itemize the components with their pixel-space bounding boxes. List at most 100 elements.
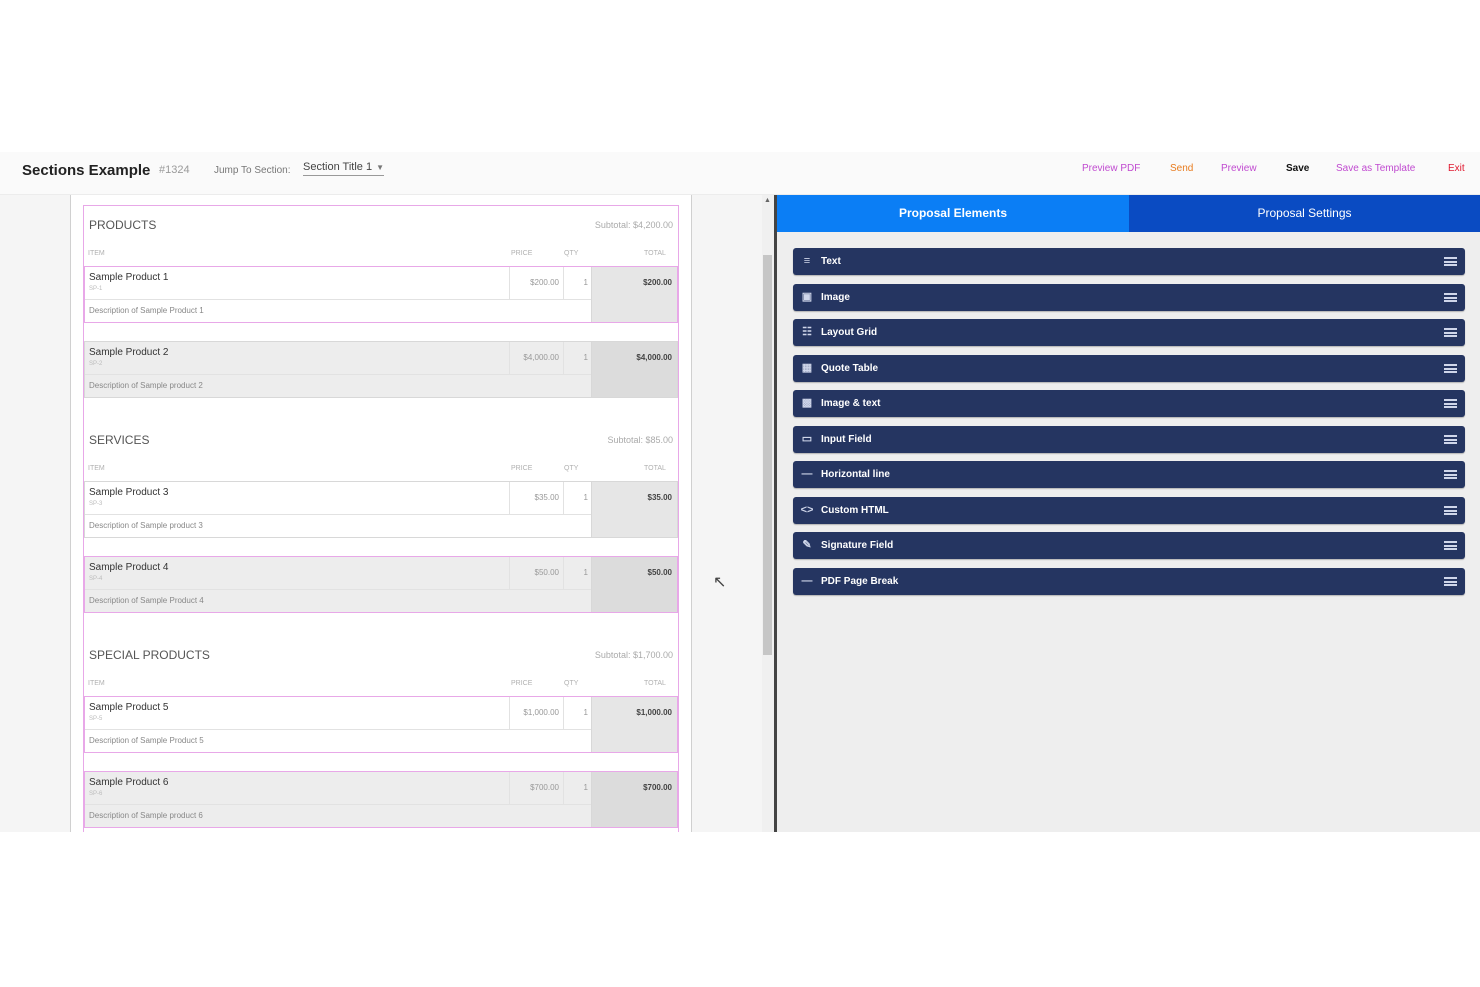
price-cell[interactable]: $4,000.00 <box>509 342 563 374</box>
drag-handle-icon[interactable] <box>1444 399 1457 408</box>
element-label: Quote Table <box>821 363 879 374</box>
product-description: Description of Sample product 2 <box>89 381 203 390</box>
element-quote-table[interactable]: ▦ Quote Table <box>793 355 1465 382</box>
table-row[interactable]: Sample Product 4 SP-4 Description of Sam… <box>84 556 678 613</box>
price-cell[interactable]: $700.00 <box>509 772 563 804</box>
product-sku: SP-3 <box>89 501 103 507</box>
code-icon: <> <box>800 504 814 516</box>
element-image[interactable]: ▣ Image <box>793 284 1465 311</box>
tab-proposal-elements[interactable]: Proposal Elements <box>777 195 1129 232</box>
column-header-price: PRICE <box>511 465 533 472</box>
scrollbar-thumb[interactable] <box>763 255 772 655</box>
table-row[interactable]: Sample Product 5 SP-5 Description of Sam… <box>84 696 678 753</box>
drag-handle-icon[interactable] <box>1444 577 1457 586</box>
row-divider <box>85 374 591 375</box>
product-name: Sample Product 6 <box>89 777 169 788</box>
column-header-total: TOTAL <box>644 680 666 687</box>
editor-scrollbar[interactable]: ▲ <box>762 195 774 832</box>
element-custom-html[interactable]: <> Custom HTML <box>793 497 1465 524</box>
product-description: Description of Sample Product 1 <box>89 306 204 315</box>
column-header-total: TOTAL <box>644 465 666 472</box>
quote-table-block[interactable]: PRODUCTS Subtotal: $4,200.00 ITEM PRICE … <box>83 205 679 832</box>
image-icon: ▣ <box>801 291 813 303</box>
section-title: SPECIAL PRODUCTS <box>89 648 210 662</box>
qty-cell[interactable]: 1 <box>563 772 591 804</box>
tab-proposal-settings[interactable]: Proposal Settings <box>1129 195 1480 232</box>
jump-to-section-label: Jump To Section: <box>214 165 291 176</box>
element-horizontal-line[interactable]: — Horizontal line <box>793 461 1465 488</box>
jump-to-section-select[interactable]: Section Title 1 ▼ <box>303 161 385 176</box>
price-cell[interactable]: $1,000.00 <box>509 697 563 729</box>
column-header-item: ITEM <box>88 680 105 687</box>
table-icon: ▦ <box>801 362 813 374</box>
element-layout-grid[interactable]: ☷ Layout Grid <box>793 319 1465 346</box>
column-header-price: PRICE <box>511 250 533 257</box>
mouse-cursor-icon: ↖ <box>713 574 727 591</box>
drag-handle-icon[interactable] <box>1444 364 1457 373</box>
proposal-page: PRODUCTS Subtotal: $4,200.00 ITEM PRICE … <box>70 195 692 832</box>
preview-button[interactable]: Preview <box>1221 163 1257 174</box>
drag-handle-icon[interactable] <box>1444 435 1457 444</box>
price-cell[interactable]: $35.00 <box>509 482 563 514</box>
price-cell[interactable]: $50.00 <box>509 557 563 589</box>
product-description: Description of Sample product 3 <box>89 521 203 530</box>
drag-handle-icon[interactable] <box>1444 470 1457 479</box>
product-sku: SP-5 <box>89 716 103 722</box>
scroll-up-arrow-icon[interactable]: ▲ <box>764 197 771 204</box>
price-cell[interactable]: $200.00 <box>509 267 563 299</box>
element-image-and-text[interactable]: ▩ Image & text <box>793 390 1465 417</box>
qty-cell[interactable]: 1 <box>563 267 591 299</box>
drag-handle-icon[interactable] <box>1444 506 1457 515</box>
element-pdf-page-break[interactable]: — PDF Page Break <box>793 568 1465 595</box>
element-label: Horizontal line <box>821 469 890 480</box>
table-row[interactable]: Sample Product 2 SP-2 Description of Sam… <box>84 341 678 398</box>
drag-handle-icon[interactable] <box>1444 541 1457 550</box>
grid-icon: ☷ <box>802 326 812 338</box>
column-header-total: TOTAL <box>644 250 666 257</box>
drag-handle-icon[interactable] <box>1444 293 1457 302</box>
text-icon: ≡ <box>803 255 811 267</box>
drag-handle-icon[interactable] <box>1444 328 1457 337</box>
table-row[interactable]: Sample Product 6 SP-6 Description of Sam… <box>84 771 678 828</box>
qty-cell[interactable]: 1 <box>563 697 591 729</box>
column-header-item: ITEM <box>88 250 105 257</box>
element-label: Layout Grid <box>821 327 878 338</box>
element-signature-field[interactable]: ✎ Signature Field <box>793 532 1465 559</box>
total-cell: $200.00 <box>591 267 677 322</box>
element-label: Text <box>821 256 841 267</box>
exit-button[interactable]: Exit <box>1448 163 1465 174</box>
column-header-qty: QTY <box>564 465 579 472</box>
chevron-down-icon: ▼ <box>376 163 385 172</box>
row-divider <box>85 299 591 300</box>
total-cell: $50.00 <box>591 557 677 612</box>
table-row[interactable]: Sample Product 1 SP-1 Description of Sam… <box>84 266 678 323</box>
product-sku: SP-1 <box>89 286 103 292</box>
image-text-icon: ▩ <box>801 397 813 409</box>
product-name: Sample Product 4 <box>89 562 169 573</box>
page-title: Sections Example <box>22 162 151 179</box>
column-header-qty: QTY <box>564 250 579 257</box>
column-header-price: PRICE <box>511 680 533 687</box>
save-button[interactable]: Save <box>1286 163 1309 174</box>
row-divider <box>85 589 591 590</box>
save-as-template-button[interactable]: Save as Template <box>1336 163 1415 174</box>
product-sku: SP-6 <box>89 791 103 797</box>
element-input-field[interactable]: ▭ Input Field <box>793 426 1465 453</box>
section-subtotal: Subtotal: $1,700.00 <box>594 650 673 660</box>
send-button[interactable]: Send <box>1170 163 1193 174</box>
preview-pdf-button[interactable]: Preview PDF <box>1082 163 1140 174</box>
product-description: Description of Sample product 6 <box>89 811 203 820</box>
elements-panel: Proposal Elements Proposal Settings ≡ Te… <box>777 195 1480 832</box>
element-label: Signature Field <box>821 540 894 551</box>
product-name: Sample Product 5 <box>89 702 169 713</box>
element-text[interactable]: ≡ Text <box>793 248 1465 275</box>
section-subtotal: Subtotal: $85.00 <box>607 435 673 445</box>
qty-cell[interactable]: 1 <box>563 342 591 374</box>
qty-cell[interactable]: 1 <box>563 482 591 514</box>
total-cell: $4,000.00 <box>591 342 677 397</box>
qty-cell[interactable]: 1 <box>563 557 591 589</box>
element-label: Input Field <box>821 434 872 445</box>
table-row[interactable]: Sample Product 3 SP-3 Description of Sam… <box>84 481 678 538</box>
signature-icon: ✎ <box>802 539 812 551</box>
drag-handle-icon[interactable] <box>1444 257 1457 266</box>
